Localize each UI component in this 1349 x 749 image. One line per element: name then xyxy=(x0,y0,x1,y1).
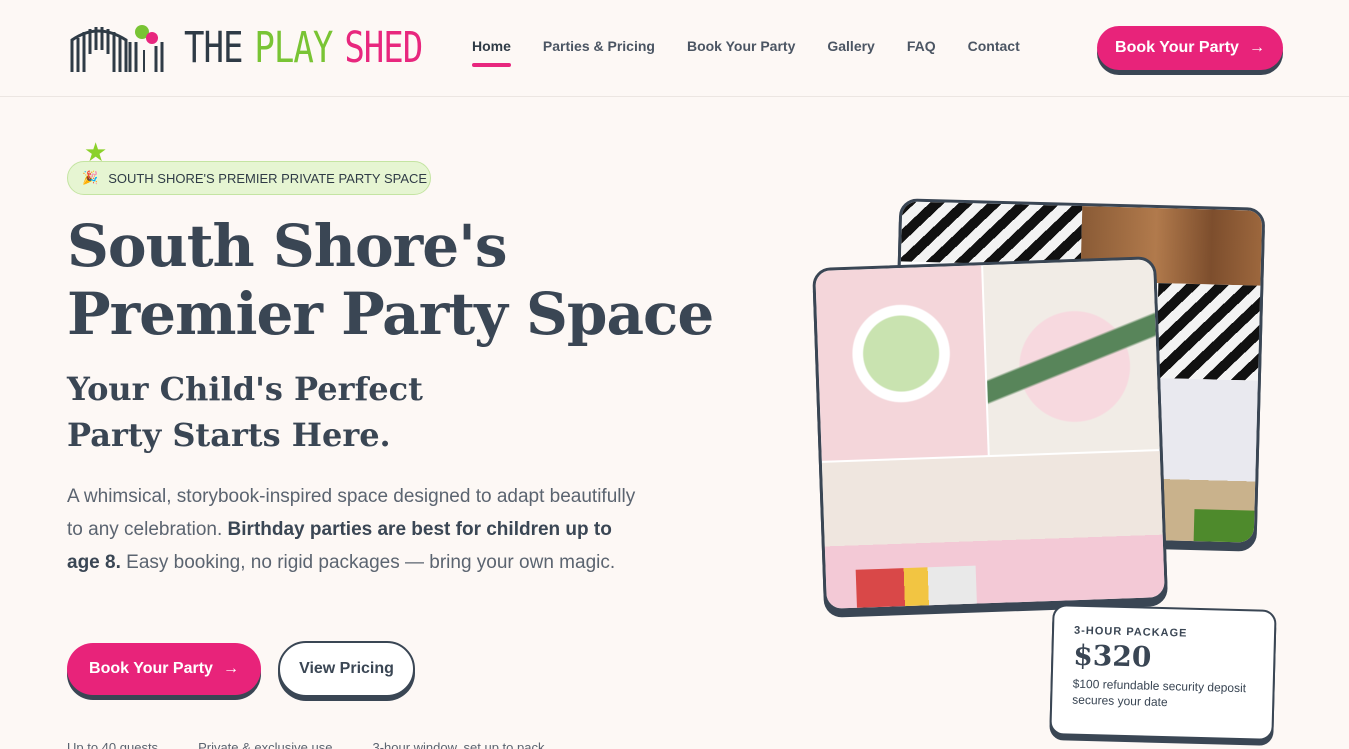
hero-subtitle-line2: Party Starts Here. xyxy=(67,416,391,454)
hero-cta-label: Book Your Party xyxy=(89,660,213,677)
feature-item: 3-hour window, set up to pack xyxy=(372,740,545,749)
price-card: 3-HOUR PACKAGE $320 $100 refundable secu… xyxy=(1049,604,1277,741)
logo-word-the: THE xyxy=(184,23,243,73)
hero-badge-text: SOUTH SHORE'S PREMIER PRIVATE PARTY SPAC… xyxy=(108,170,428,186)
feature-item: Private & exclusive use xyxy=(198,740,333,749)
logo-wordmark: THE PLAY SHED xyxy=(184,23,423,73)
hero-title-line2: Premier Party Space xyxy=(67,280,714,348)
hero-title: South Shore's Premier Party Space xyxy=(67,212,714,348)
site-header: THE PLAY SHED Home Parties & Pricing Boo… xyxy=(0,0,1349,97)
photo-tile xyxy=(855,565,978,612)
header-book-party-button[interactable]: Book Your Party → xyxy=(1097,26,1283,70)
nav-book-your-party[interactable]: Book Your Party xyxy=(687,38,795,54)
hero-description-part2: Easy booking, no rigid packages — bring … xyxy=(120,552,616,573)
nav-contact[interactable]: Contact xyxy=(968,38,1020,54)
hero-book-party-button[interactable]: Book Your Party → xyxy=(67,643,261,695)
hero-description: A whimsical, storybook-inspired space de… xyxy=(67,480,647,579)
arrow-right-icon: → xyxy=(222,660,239,677)
view-pricing-button[interactable]: View Pricing xyxy=(278,641,415,697)
hero-badge: 🎉 SOUTH SHORE'S PREMIER PRIVATE PARTY SP… xyxy=(67,161,431,195)
photo-tile xyxy=(1193,509,1261,546)
shed-logo-icon xyxy=(70,25,164,72)
arrow-right-icon: → xyxy=(1248,39,1265,56)
logo[interactable]: THE PLAY SHED xyxy=(68,20,423,76)
price-amount: $320 xyxy=(1072,638,1152,674)
photo-tile xyxy=(900,201,1083,267)
party-photo-collage-front xyxy=(812,256,1168,612)
photo-tile xyxy=(1155,283,1266,381)
nav-parties-pricing[interactable]: Parties & Pricing xyxy=(543,38,655,54)
nav-gallery[interactable]: Gallery xyxy=(827,38,874,54)
party-popper-icon: 🎉 xyxy=(82,170,99,185)
hero-title-line1: South Shore's xyxy=(67,212,508,280)
hero-subtitle-line1: Your Child's Perfect xyxy=(67,370,423,408)
nav-home[interactable]: Home xyxy=(472,38,511,67)
price-note: $100 refundable security deposit secures… xyxy=(1072,676,1247,710)
hero-subtitle: Your Child's Perfect Party Starts Here. xyxy=(67,366,423,458)
main-nav: Home Parties & Pricing Book Your Party G… xyxy=(472,38,1052,67)
photo-tile xyxy=(815,265,988,461)
photo-tile xyxy=(983,258,1166,456)
logo-word-shed: SHED xyxy=(344,23,423,73)
hero-features: Up to 40 guests Private & exclusive use … xyxy=(67,740,584,749)
feature-item: Up to 40 guests xyxy=(67,740,159,749)
logo-word-play: PLAY xyxy=(254,23,333,73)
header-cta-label: Book Your Party xyxy=(1115,39,1239,56)
nav-faq[interactable]: FAQ xyxy=(907,38,936,54)
